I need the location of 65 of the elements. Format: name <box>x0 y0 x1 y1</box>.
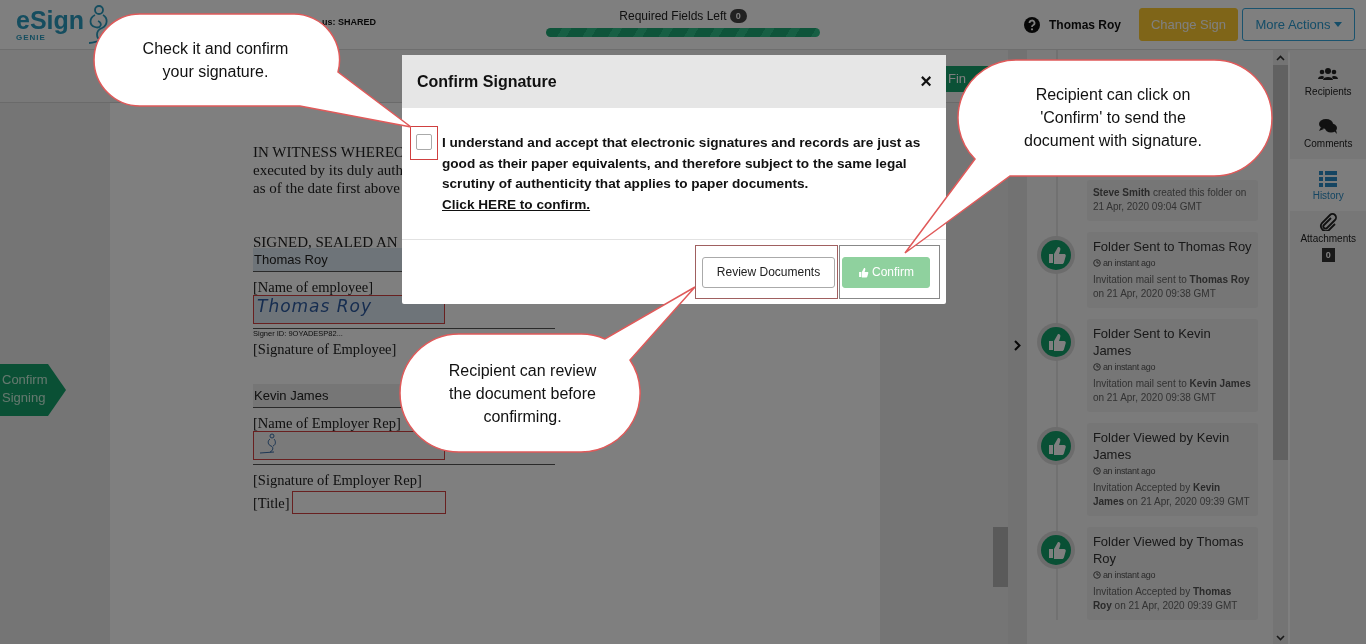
document-text: [Signature of Employer Rep] <box>253 471 422 489</box>
clock-icon <box>1092 571 1101 579</box>
history-description: Invitation Accepted by Kevin James on 21 Apr, 2020 09:39 GMT <box>1092 481 1251 509</box>
document-text: executed by its duly auth <box>253 161 403 179</box>
history-title: Folder Sent to Kevin James <box>1092 325 1212 359</box>
sidebar-item[interactable]: Attachments 0 <box>1290 211 1366 263</box>
document-text: as of the date first above <box>253 179 401 197</box>
paperclip-icon <box>1318 212 1339 231</box>
history-description: Invitation mail sent to Kevin James on 21 Apr, 2020 09:38 GMT <box>1092 377 1252 405</box>
clock-icon <box>1092 259 1101 267</box>
close-button[interactable]: × <box>920 70 932 93</box>
logo-text: eSign <box>16 7 85 33</box>
callout-text: Recipient can review the document before confirming. <box>447 361 598 427</box>
history-title: Folder Viewed by Thomas Roy <box>1092 533 1245 567</box>
document-heading: SIGNED, SEALED AN <box>253 233 398 251</box>
history-title: Folder Viewed by Kevin James <box>1092 429 1231 463</box>
thumbs-up-icon <box>858 266 869 278</box>
scroll-down-icon[interactable] <box>1276 635 1286 641</box>
clock-icon <box>1092 467 1101 475</box>
document-text: [Signature of Employee] <box>253 340 397 358</box>
chevron-right-icon[interactable] <box>1013 340 1021 351</box>
document-text: [Name of employee] <box>253 278 373 296</box>
history-description: Steve Smith created this folder on 21 Apr, 2020 09:04 GMT <box>1092 186 1248 214</box>
dialog-title: Confirm Signature <box>417 72 557 91</box>
status-text: us: SHARED <box>322 16 377 27</box>
list-icon <box>1318 169 1339 188</box>
sidebar-item[interactable]: History <box>1290 159 1366 211</box>
thumbs-up-icon <box>1037 531 1076 569</box>
help-icon[interactable] <box>1024 16 1040 33</box>
document-text: [Title] <box>253 493 290 512</box>
required-fields-label: Required Fields Left <box>619 8 727 23</box>
more-actions-button[interactable]: More Actions <box>1242 8 1355 41</box>
review-documents-button[interactable]: Review Documents <box>702 256 835 288</box>
history-time: an instant ago <box>1102 362 1156 372</box>
clock-icon <box>1092 363 1101 371</box>
confirm-link[interactable]: Click HERE to confirm. <box>442 196 591 212</box>
history-description: Invitation mail sent to Thomas Roy on 21 Apr, 2020 09:38 GMT <box>1092 273 1251 301</box>
callout-text: Check it and confirm your signature. <box>141 39 290 82</box>
callout-text: Recipient can click on 'Confirm' to send the document with signature. <box>1023 85 1203 151</box>
history-time: an instant ago <box>1102 258 1156 268</box>
caret-icon <box>1333 22 1342 27</box>
history-time: an instant ago <box>1102 466 1156 476</box>
history-time: an instant ago <box>1102 570 1156 580</box>
scroll-up-icon[interactable] <box>1276 55 1286 61</box>
sidebar-item[interactable]: Comments <box>1290 107 1366 159</box>
signature-field[interactable] <box>253 431 445 460</box>
history-title: Folder Sent to Thomas Roy <box>1092 238 1252 255</box>
thumbs-up-icon <box>1037 236 1076 274</box>
history-description: Invitation Accepted by Thomas Roy on 21 Apr, 2020 09:39 GMT <box>1092 585 1239 613</box>
checkbox[interactable] <box>416 134 432 150</box>
count-badge: 0 <box>1321 247 1335 262</box>
document-text: [Name of Employer Rep] <box>253 414 401 432</box>
comments-icon <box>1318 117 1339 136</box>
logo-tagline: GENIE <box>16 33 46 42</box>
signature-field[interactable]: Thomas Roy <box>253 295 445 324</box>
consent-text: I understand and accept that electronic signatures and records are just as good as their paper equivalents, and therefore subject to the same legal scrutiny of authenticity that applies to paper documents. <box>442 134 922 193</box>
user-name: Thomas Roy <box>1049 17 1121 32</box>
count-badge: 0 <box>729 8 747 23</box>
thumbs-up-icon <box>1037 323 1076 361</box>
thumbs-up-icon <box>1037 427 1076 465</box>
scrollbar-thumb[interactable] <box>1273 65 1289 460</box>
sidebar-item[interactable]: Recipients <box>1290 55 1366 107</box>
signature-text: Thomas Roy <box>256 296 373 316</box>
scrollbar-thumb[interactable] <box>993 527 1008 587</box>
title-field[interactable] <box>291 491 446 514</box>
